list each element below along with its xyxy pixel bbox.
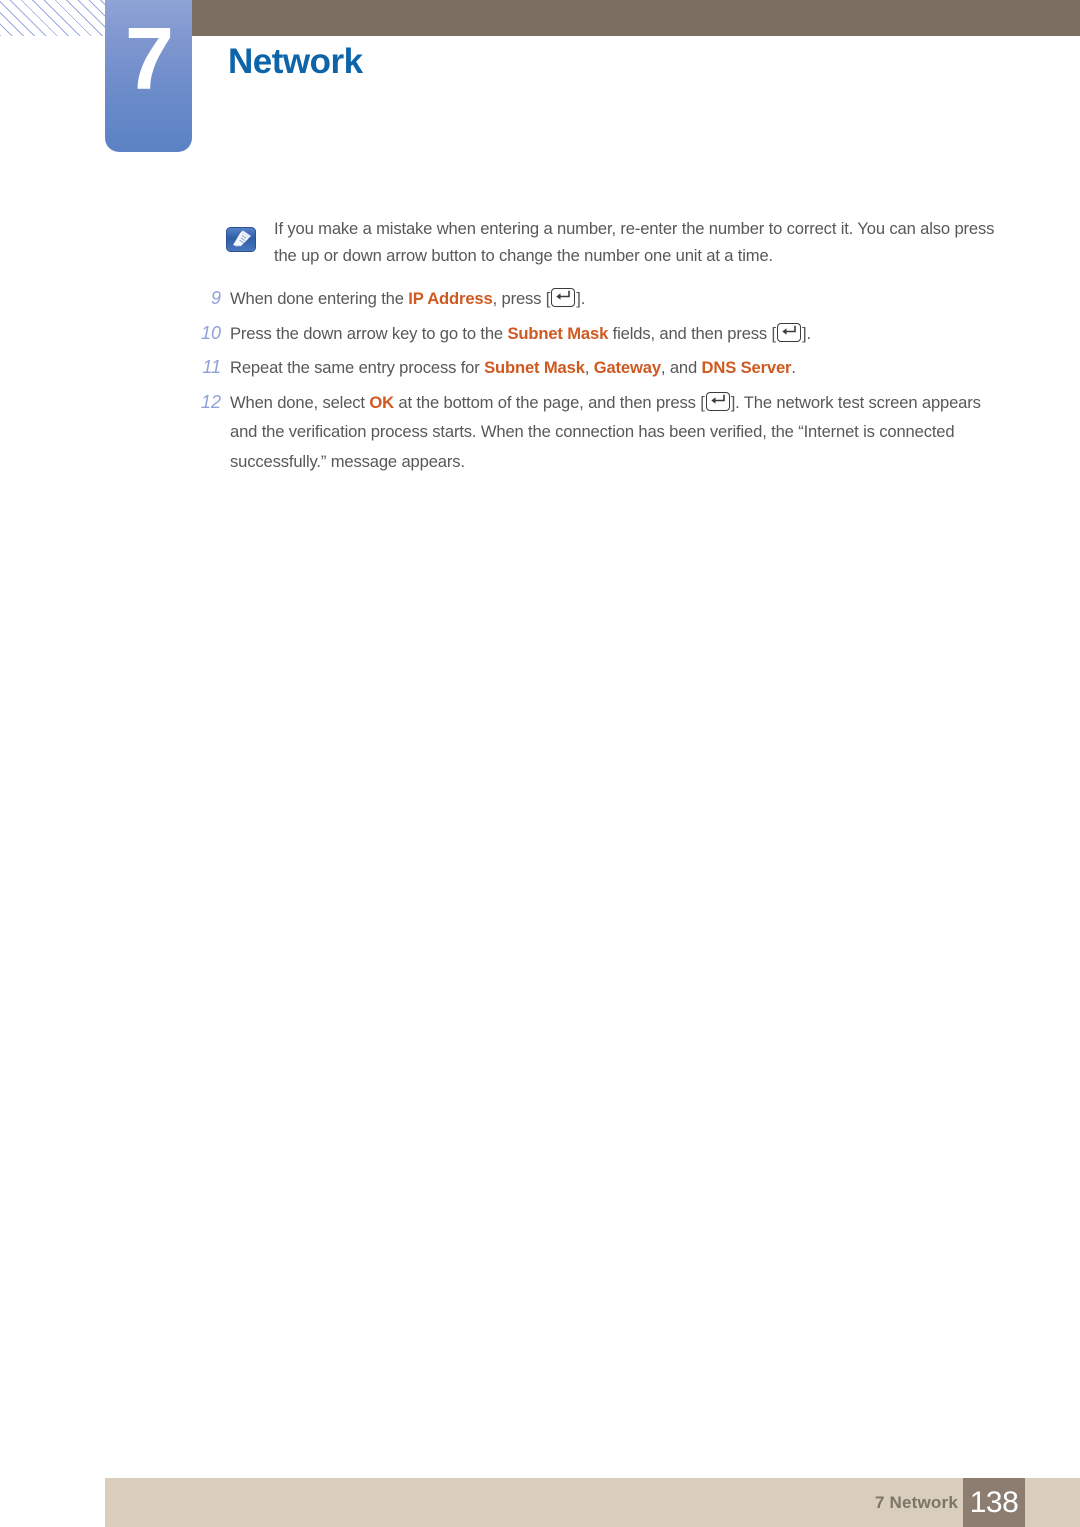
page-number-box: 138 <box>963 1478 1025 1527</box>
page-content: If you make a mistake when entering a nu… <box>0 215 1080 481</box>
note-text: If you make a mistake when entering a nu… <box>274 215 1000 269</box>
list-item: 11 Repeat the same entry process for Sub… <box>190 353 1008 383</box>
enter-key-icon <box>705 391 730 411</box>
note-line-1: If you make a mistake when entering a nu… <box>274 219 950 238</box>
step-text-segment: , press [ <box>492 289 551 308</box>
list-item: 10 Press the down arrow key to go to the… <box>190 319 1008 349</box>
chapter-number: 7 <box>125 9 174 108</box>
keyword-ip-address: IP Address <box>408 289 493 308</box>
page-title: Network <box>228 42 363 81</box>
note-block: If you make a mistake when entering a nu… <box>226 215 1000 269</box>
list-item: 9 When done entering the IP Address, pre… <box>190 284 1008 314</box>
page-header: 7 Network <box>0 0 1080 160</box>
keyword-subnet-mask: Subnet Mask <box>507 323 609 343</box>
step-text-segment: , and <box>660 358 702 377</box>
keyword-subnet-mask: Subnet Mask <box>484 358 585 377</box>
enter-key-icon <box>777 322 801 342</box>
step-text-segment: Repeat the same entry process for <box>230 358 485 377</box>
step-text: When done, select OK at the bottom of th… <box>230 388 1008 477</box>
list-item: 12 When done, select OK at the bottom of… <box>190 388 1008 477</box>
note-pencil-icon <box>226 227 256 252</box>
step-text-segment: fields, and then press [ <box>608 323 777 343</box>
hatch-pattern-decoration <box>0 0 108 36</box>
step-text-segment: at the bottom of the page, and then pres… <box>393 392 705 412</box>
step-text: When done entering the IP Address, press… <box>230 284 1008 314</box>
keyword-ok: OK <box>369 392 394 412</box>
keyword-gateway: Gateway <box>593 358 661 377</box>
step-text-segment: When done, select <box>230 392 370 412</box>
page-footer: 7 Network 138 <box>105 1478 1080 1527</box>
step-number: 9 <box>210 288 221 308</box>
numbered-step-list: 9 When done entering the IP Address, pre… <box>190 284 1008 476</box>
step-text: Press the down arrow key to go to the Su… <box>230 319 1008 349</box>
step-text-segment: , <box>584 358 594 377</box>
step-text-segment: ]. <box>576 289 586 308</box>
step-number: 12 <box>200 391 221 412</box>
step-text-segment: ]. <box>802 323 811 343</box>
enter-key-icon <box>551 288 576 307</box>
page-number: 138 <box>969 1486 1019 1519</box>
step-number: 10 <box>200 322 221 343</box>
footer-chapter-label: 7 Network <box>874 1493 958 1512</box>
step-text-segment: When done entering the <box>230 289 409 308</box>
step-text-segment: Press the down arrow key to go to the <box>230 323 508 343</box>
step-text: Repeat the same entry process for Subnet… <box>230 353 1008 383</box>
keyword-dns-server: DNS Server <box>701 358 792 377</box>
chapter-number-badge: 7 <box>105 0 192 152</box>
step-number: 11 <box>202 357 221 377</box>
header-brown-bar <box>190 0 1080 36</box>
step-text-segment: . <box>791 358 796 377</box>
